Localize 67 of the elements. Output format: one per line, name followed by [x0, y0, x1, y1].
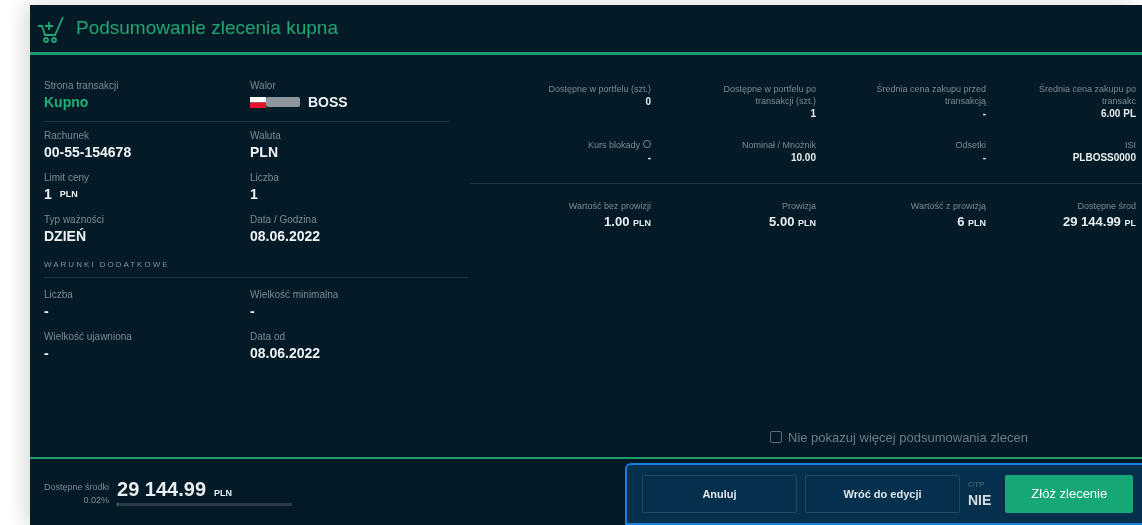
field-label: Wielkość ujawniona	[44, 330, 133, 343]
metric-label: Dostępne w portfelu (szt.)	[548, 84, 651, 94]
metric-label: Kurs blokady	[587, 140, 640, 150]
field-value: 1	[44, 185, 52, 204]
field-value: 1	[250, 185, 258, 204]
field-label: Walor	[250, 79, 277, 92]
field-label: Data od	[250, 330, 287, 343]
metric-label: Prowizja	[782, 201, 816, 211]
outline-button[interactable]: Wróć do edycji	[805, 475, 960, 513]
poland-flag-icon	[250, 96, 266, 108]
field-label: Rachunek	[44, 129, 91, 142]
field-label: Limit ceny	[44, 171, 90, 184]
metric-value: 0	[645, 96, 651, 107]
otp-label: OTP	[968, 481, 986, 489]
metric-value: PLBOSS0000	[1072, 152, 1136, 163]
metric-value: 6.00 PL	[1100, 108, 1136, 119]
field-value: PLN	[250, 143, 278, 162]
field-label: Waluta	[250, 129, 282, 142]
field-label: Strona transakcji	[44, 79, 120, 92]
metric-value: -	[982, 108, 986, 119]
checkbox[interactable]	[770, 431, 782, 444]
metric-value: -	[982, 152, 986, 163]
metric-label: Wartość bez prowizji	[568, 201, 651, 211]
field-value: 08.06.2022	[250, 227, 321, 246]
metric-label: ISI	[1125, 140, 1136, 150]
metric-value: 1	[810, 108, 816, 119]
field-value: -	[44, 303, 49, 319]
field-value: Kupno	[44, 93, 89, 112]
metric-value: 1.00	[604, 214, 630, 229]
metric-label: Odsetki	[955, 140, 986, 150]
currency-unit: PLN	[798, 218, 816, 228]
field-label: Data / Godzina	[250, 213, 318, 226]
field-value: 08.06.2022	[250, 345, 321, 361]
currency-unit: PLN	[633, 218, 651, 228]
field-label: Liczba	[250, 171, 280, 184]
metric-value: 29 144.99	[1063, 214, 1121, 229]
funds-percent: 0.02%	[82, 494, 110, 507]
field-label: Typ ważności	[44, 213, 106, 226]
metric-label: Dostępne w portfelu po transakcji (szt.)	[723, 84, 816, 106]
metric-label: Średnia cena zakupu po transakc	[1038, 84, 1136, 106]
metric-value: 5.00	[769, 214, 795, 229]
field-value: -	[44, 345, 49, 361]
metric-label: Średnia cena zakupu przed transakcją	[876, 84, 986, 106]
currency-unit: PLN	[59, 188, 78, 201]
dialog-title: Podsumowanie zlecenia kupna	[76, 16, 338, 41]
currency-unit: PLN	[968, 218, 986, 228]
field-value: BOSS	[308, 93, 348, 112]
metric-value: -	[647, 152, 651, 163]
field-value: DZIEŃ	[44, 227, 86, 246]
outline-button[interactable]: Anuluj	[642, 475, 797, 513]
metric-label: Nominał / Mnożnik	[741, 140, 816, 150]
field-label: Liczba	[44, 288, 74, 301]
field-value: -	[250, 303, 255, 319]
checkbox-label: Nie pokazuj więcej podsumowania zlecen	[788, 428, 1028, 447]
funds-label: Dostępne środki	[44, 481, 110, 494]
metric-value: 10.00	[790, 152, 816, 163]
market-tag	[266, 97, 300, 107]
metric-label: Dostępne środ	[1077, 201, 1136, 211]
metric-value: 6	[957, 214, 965, 229]
field-label: Wielkość minimalna	[250, 288, 340, 301]
funds-value: 29 144.99	[117, 477, 207, 501]
section-heading: WARUNKI DODATKOWE	[44, 251, 468, 278]
currency-unit: PL	[1124, 218, 1136, 228]
currency-unit: PLN	[214, 487, 233, 500]
metric-label: Wartość z prowizją	[910, 201, 986, 211]
field-value: 00-55-154678	[44, 143, 132, 162]
otp-value: NIE	[968, 493, 992, 507]
